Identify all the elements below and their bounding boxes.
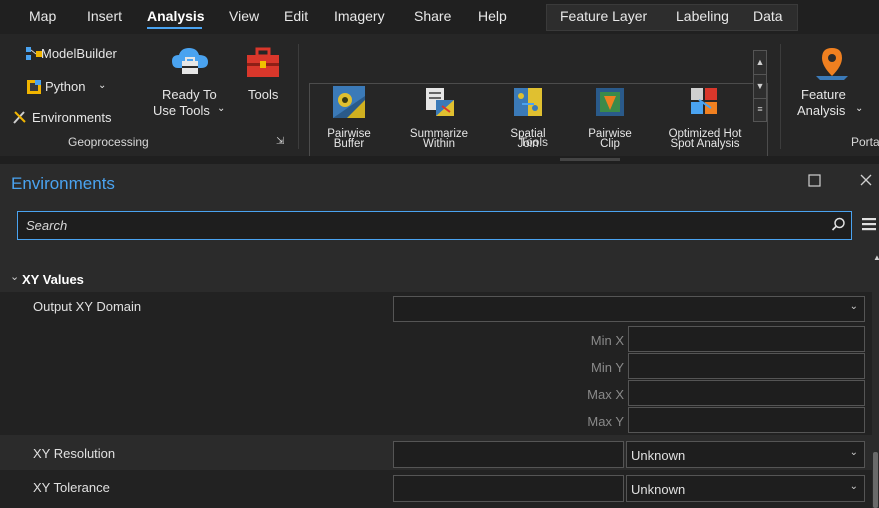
xy-tolerance-input[interactable] <box>393 475 624 502</box>
tab-help[interactable]: Help <box>478 8 507 24</box>
ready-to-use-chevron-down-icon: ⌄ <box>217 103 226 114</box>
xy-tolerance-label: XY Tolerance <box>33 480 110 495</box>
modelbuilder-button[interactable]: ModelBuilder <box>26 46 144 64</box>
ready-to-use-label-2: Use Tools <box>153 103 210 118</box>
close-button[interactable] <box>858 172 874 188</box>
menu-bar: Map Insert Analysis View Edit Imagery Sh… <box>0 0 879 34</box>
summarize-within-tool[interactable]: Summarize Within <box>404 86 474 152</box>
pairwise-clip-tool[interactable]: Pairwise Clip <box>580 86 640 152</box>
maximize-icon <box>808 174 821 190</box>
tab-data[interactable]: Data <box>753 8 783 24</box>
hamburger-menu-icon <box>861 216 877 235</box>
xy-resolution-unit-value: Unknown <box>631 448 686 463</box>
tab-feature-layer[interactable]: Feature Layer <box>560 8 647 24</box>
tab-insert[interactable]: Insert <box>87 8 122 24</box>
output-xy-domain-label: Output XY Domain <box>33 299 142 314</box>
ribbon: ModelBuilder Python ⌄ Environments Ready… <box>0 34 879 157</box>
max-y-input[interactable] <box>628 407 865 433</box>
toolbox-icon <box>244 46 282 83</box>
optimized-hot-spot-analysis-tool[interactable]: Optimized Hot Spot Analysis <box>662 86 748 152</box>
geoprocessing-group-label: Geoprocessing <box>68 135 149 149</box>
max-x-label: Max X <box>587 387 624 402</box>
summarize-within-icon <box>424 86 456 121</box>
tab-analysis[interactable]: Analysis <box>147 8 205 24</box>
min-x-input[interactable] <box>628 326 865 352</box>
min-y-input[interactable] <box>628 353 865 379</box>
tab-labeling[interactable]: Labeling <box>676 8 729 24</box>
chevron-down-icon: ⌄ <box>849 481 858 492</box>
modelbuilder-icon <box>26 47 42 64</box>
pairwise-buffer-icon <box>333 86 365 121</box>
xy-values-section-header[interactable]: ⌄ XY Values <box>10 270 130 288</box>
output-xy-domain-dropdown[interactable]: ⌄ <box>393 296 865 322</box>
max-x-input[interactable] <box>628 380 865 406</box>
python-label: Python <box>45 79 86 94</box>
active-tab-indicator <box>147 27 202 29</box>
scroll-up-arrow-icon[interactable]: ▲ <box>873 253 879 262</box>
pairwise-clip-icon <box>594 86 626 121</box>
chevron-down-icon: ⌄ <box>849 301 858 312</box>
xy-resolution-unit-dropdown[interactable]: Unknown ⌄ <box>626 441 865 468</box>
pairwise-clip-label-2: Clip <box>600 138 620 150</box>
hot-spot-icon <box>689 86 721 121</box>
xy-resolution-input[interactable] <box>393 441 624 468</box>
pairwise-buffer-tool[interactable]: Pairwise Buffer <box>318 86 380 152</box>
dialog-launcher-icon[interactable]: ⇲ <box>276 136 284 147</box>
tools-button[interactable]: Tools <box>240 46 290 132</box>
summarize-within-label-2: Within <box>423 138 455 150</box>
pane-menu-button[interactable] <box>861 216 877 232</box>
gallery-scroll-down-button[interactable]: ▼ <box>753 74 767 99</box>
splitter-grip <box>560 158 620 161</box>
pane-splitter[interactable] <box>0 156 879 164</box>
search-icon[interactable] <box>831 217 846 235</box>
feature-analysis-icon <box>814 46 850 85</box>
cloud-toolbox-icon <box>170 46 210 85</box>
pairwise-buffer-label-2: Buffer <box>333 138 365 150</box>
xy-resolution-label: XY Resolution <box>33 446 116 461</box>
search-input[interactable] <box>26 216 806 234</box>
feature-analysis-chevron-down-icon: ⌄ <box>855 103 864 114</box>
collapse-chevron-icon: ⌄ <box>10 271 20 283</box>
pane-title: Environments <box>11 174 115 193</box>
hot-spot-label-2: Spot Analysis <box>670 138 740 150</box>
tools-label: Tools <box>248 87 279 102</box>
spatial-join-icon <box>512 86 544 121</box>
xy-values-section-label: XY Values <box>22 272 84 287</box>
tab-imagery[interactable]: Imagery <box>334 8 385 24</box>
python-chevron-down-icon: ⌄ <box>98 80 107 91</box>
gallery-scroll-up-button[interactable]: ▲ <box>753 50 767 75</box>
min-x-label: Min X <box>590 333 624 348</box>
modelbuilder-label: ModelBuilder <box>41 46 117 61</box>
feature-analysis-label-2: Analysis <box>797 103 846 118</box>
environments-button[interactable]: Environments <box>12 109 142 127</box>
search-box <box>17 211 852 240</box>
group-separator <box>780 44 781 149</box>
ready-to-use-tools-button[interactable]: Ready To Use Tools ⌄ <box>150 46 232 132</box>
feature-analysis-label-1: Feature <box>801 87 846 102</box>
python-icon <box>26 79 42 98</box>
max-y-label: Max Y <box>587 414 624 429</box>
python-button[interactable]: Python ⌄ <box>26 79 136 97</box>
ready-to-use-label-1: Ready To <box>162 87 217 102</box>
tab-view[interactable]: View <box>229 8 259 24</box>
scrollbar-thumb[interactable] <box>873 452 878 508</box>
tools-group-label: Tools <box>520 135 549 149</box>
tools-wrench-icon <box>12 109 28 128</box>
environments-label: Environments <box>32 110 112 125</box>
maximize-button[interactable] <box>808 174 822 188</box>
tab-map[interactable]: Map <box>29 8 56 24</box>
min-y-label: Min Y <box>591 360 624 375</box>
tab-edit[interactable]: Edit <box>284 8 308 24</box>
portal-group-label: Porta <box>851 135 879 149</box>
xy-tolerance-unit-value: Unknown <box>631 482 686 497</box>
xy-tolerance-unit-dropdown[interactable]: Unknown ⌄ <box>626 475 865 502</box>
gallery-expand-button[interactable]: ≡ <box>753 98 767 122</box>
tab-share[interactable]: Share <box>414 8 451 24</box>
close-icon <box>858 172 874 191</box>
feature-analysis-button[interactable]: Feature Analysis ⌄ <box>792 46 872 132</box>
chevron-down-icon: ⌄ <box>849 447 858 458</box>
group-separator <box>298 44 299 149</box>
